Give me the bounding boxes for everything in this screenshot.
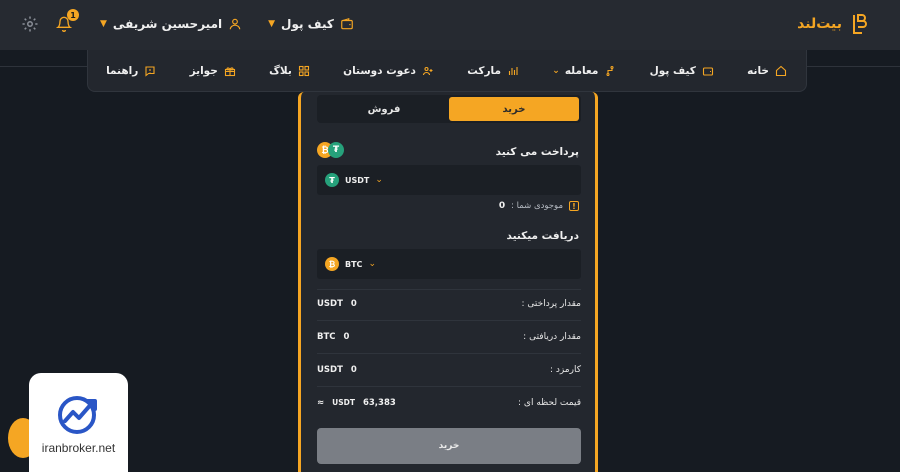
wallet-label: کیف پول: [281, 17, 334, 31]
tab-sell[interactable]: فروش: [319, 97, 449, 121]
wallet-icon: [341, 17, 353, 30]
divider: [317, 386, 581, 387]
user-menu[interactable]: ▼ امیرحسین شریفی: [100, 17, 242, 31]
receive-coin-select[interactable]: ₿ BTC ⌄: [317, 249, 581, 279]
notification-badge: 1: [67, 9, 79, 21]
watermark-logo: iranbroker.net: [29, 373, 128, 472]
chevron-down-icon: ⌄: [368, 259, 376, 269]
summary-label: قیمت لحظه ای :: [518, 398, 581, 408]
warning-icon: !: [569, 201, 579, 211]
caret-down-icon: ▼: [268, 19, 276, 29]
usdt-icon: ₮: [325, 173, 339, 187]
nav-item-blog[interactable]: بلاگ: [269, 64, 311, 78]
growth-chart-icon: [57, 395, 97, 434]
nav-item-invite[interactable]: دعوت دوستان: [343, 64, 435, 78]
summary-unit: BTC: [317, 332, 336, 342]
invite-icon: [421, 64, 435, 78]
home-icon: [774, 64, 788, 78]
nav-label: بلاگ: [269, 64, 292, 77]
summary-value: BTC 0: [317, 332, 349, 342]
coin-pair-icons: ₿ ₮: [317, 142, 344, 158]
nav-item-trade[interactable]: معامله ⌄: [552, 64, 617, 78]
divider: [317, 289, 581, 290]
approx-sign: ≈: [317, 398, 325, 408]
summary-row-received: BTC 0 مقدار دریافتی :: [317, 329, 581, 345]
summary-label: مقدار دریافتی :: [523, 332, 581, 342]
chevron-down-icon: ⌄: [375, 175, 383, 185]
divider: [317, 320, 581, 321]
notifications-button[interactable]: 1: [54, 9, 79, 34]
nav-label: جوایز: [189, 64, 218, 77]
settings-button[interactable]: [20, 14, 40, 34]
top-bar: 1 ▼ امیرحسین شریفی ▼ کیف پول بیت‌لند: [0, 0, 900, 50]
main-nav: خانه کیف پول معامله ⌄ مارکت دعوت دوستان …: [87, 50, 807, 92]
summary-unit: USDT: [317, 299, 343, 309]
summary-amount: 63,383: [362, 398, 396, 408]
trade-icon: [603, 64, 617, 78]
logo-mark-icon: [848, 12, 870, 36]
summary-row-paid: USDT 0 مقدار پرداختی :: [317, 296, 581, 312]
gift-icon: [223, 64, 237, 78]
trade-panel: خرید فروش ₿ ₮ پرداخت می کنید ₮ USDT ⌄ ! …: [298, 92, 598, 472]
caret-down-icon: ▼: [100, 19, 107, 29]
nav-label: خانه: [747, 64, 769, 77]
nav-label: راهنما: [106, 64, 139, 77]
summary-amount: 0: [350, 299, 357, 309]
pay-label: پرداخت می کنید: [495, 146, 579, 158]
logo[interactable]: بیت‌لند: [797, 12, 870, 36]
nav-item-rewards[interactable]: جوایز: [190, 64, 237, 78]
balance-info: ! موجودی شما : 0: [499, 201, 579, 211]
divider: [317, 353, 581, 354]
summary-unit: USDT: [332, 398, 355, 407]
receive-coin-value: BTC: [345, 259, 363, 269]
nav-label: دعوت دوستان: [343, 64, 416, 77]
nav-label: مارکت: [467, 64, 501, 77]
logo-text: بیت‌لند: [797, 16, 842, 32]
chevron-down-icon: ⌄: [552, 65, 560, 76]
balance-value: 0: [498, 201, 506, 211]
btc-icon: ₿: [325, 257, 339, 271]
help-icon: [143, 64, 157, 78]
pay-coin-value: USDT: [345, 175, 370, 185]
blog-icon: [297, 64, 311, 78]
wallet-menu[interactable]: ▼ کیف پول: [268, 17, 354, 31]
nav-item-help[interactable]: راهنما: [106, 64, 157, 78]
summary-value: USDT 0: [317, 299, 357, 309]
wallet-icon: [701, 64, 715, 78]
summary-row-fee: USDT 0 کارمزد :: [317, 362, 581, 378]
trade-tabs: خرید فروش: [317, 95, 581, 123]
summary-amount: 0: [350, 365, 357, 375]
nav-item-market[interactable]: مارکت: [467, 64, 520, 78]
summary-row-price: ≈ USDT 63,383 قیمت لحظه ای :: [317, 395, 581, 411]
balance-label: موجودی شما :: [511, 201, 563, 211]
submit-buy-button[interactable]: خرید: [317, 428, 581, 464]
summary-label: مقدار پرداختی :: [521, 299, 581, 309]
nav-item-wallet[interactable]: کیف پول: [650, 64, 715, 78]
market-icon: [506, 64, 520, 78]
nav-label: کیف پول: [649, 64, 696, 77]
user-name: امیرحسین شریفی: [112, 17, 223, 31]
user-icon: [229, 18, 241, 30]
top-left-group: 1 ▼ امیرحسین شریفی ▼ کیف پول: [20, 9, 354, 34]
watermark-text: iranbroker.net: [41, 440, 116, 455]
nav-label: معامله: [564, 64, 599, 77]
summary-value: ≈ USDT 63,383: [317, 398, 396, 408]
summary-label: کارمزد :: [549, 365, 581, 375]
tab-buy[interactable]: خرید: [449, 97, 579, 121]
pay-coin-select[interactable]: ₮ USDT ⌄: [317, 165, 581, 195]
summary-value: USDT 0: [317, 365, 357, 375]
receive-label: دریافت میکنید: [506, 230, 580, 242]
summary-amount: 0: [343, 332, 350, 342]
usdt-icon: ₮: [328, 142, 344, 158]
nav-item-home[interactable]: خانه: [747, 64, 788, 78]
gear-icon: [22, 16, 38, 32]
summary-unit: USDT: [317, 365, 343, 375]
